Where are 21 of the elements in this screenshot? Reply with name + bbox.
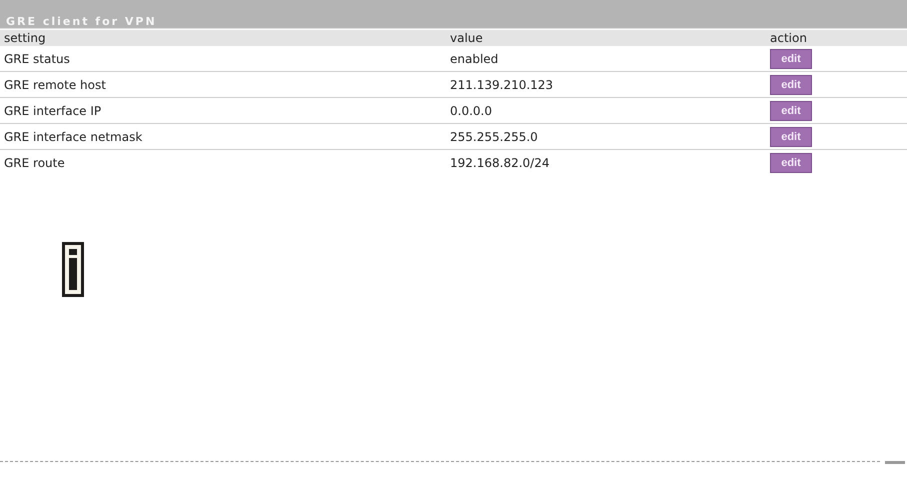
edit-button[interactable]: edit: [770, 126, 812, 146]
panel-title: GRE client for VPN: [6, 16, 157, 28]
column-header: setting: [3, 31, 47, 45]
table-cell-text: 0.0.0.0: [449, 104, 493, 118]
table-cell-text: GRE interface netmask: [3, 130, 144, 144]
info-icon: [62, 242, 84, 297]
table-cell-text: 211.139.210.123: [449, 78, 554, 92]
table-cell-text: GRE status: [3, 52, 71, 66]
edit-button[interactable]: edit: [770, 74, 812, 94]
edit-button[interactable]: edit: [770, 152, 812, 172]
edit-button[interactable]: edit: [770, 48, 812, 68]
edit-button[interactable]: edit: [770, 100, 812, 120]
column-header: action: [769, 31, 808, 45]
table-cell-text: enabled: [449, 52, 500, 66]
table-cell-text: 192.168.82.0/24: [449, 156, 550, 170]
table-cell-text: GRE remote host: [3, 78, 107, 92]
footer-mark: [885, 461, 905, 464]
table-cell-text: GRE interface IP: [3, 104, 102, 118]
table-cell-text: 255.255.255.0: [449, 130, 539, 144]
column-header: value: [449, 31, 484, 45]
table-cell-text: GRE route: [3, 156, 66, 170]
